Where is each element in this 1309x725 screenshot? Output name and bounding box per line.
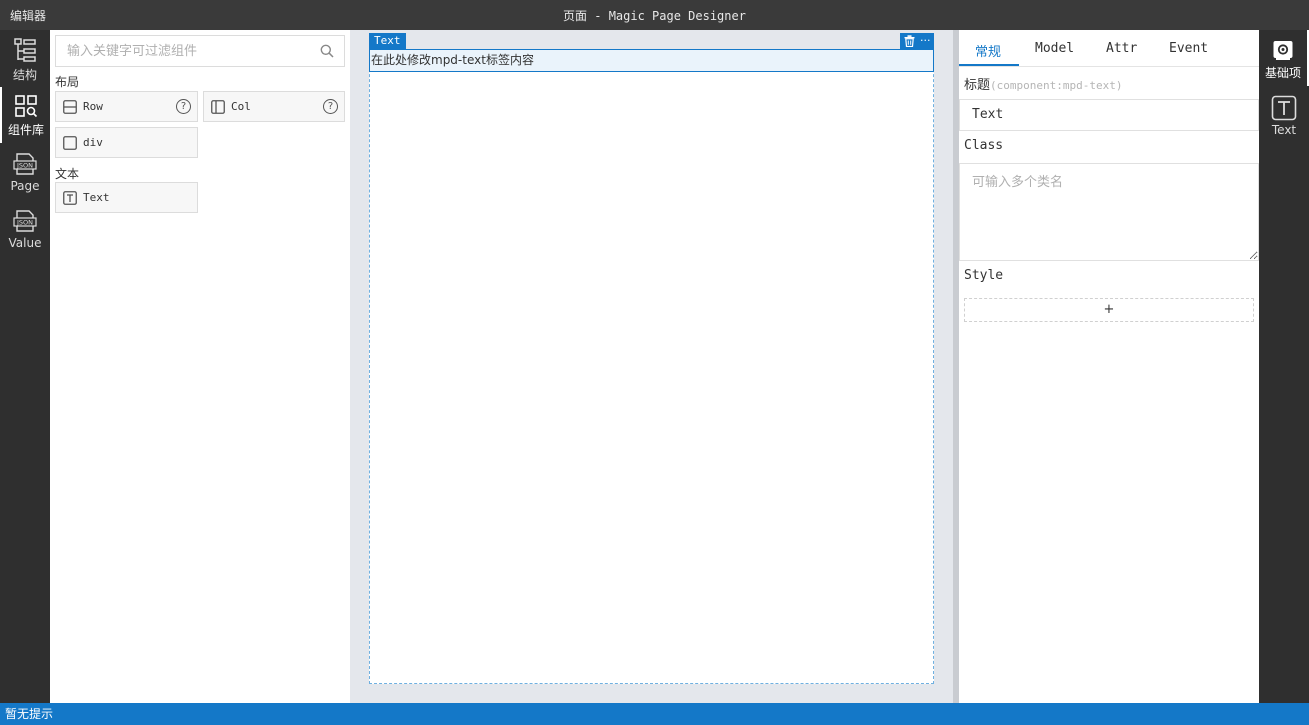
title-label: 标题 xyxy=(964,78,991,93)
component-div[interactable]: div xyxy=(55,127,198,158)
selection-toolbar: ··· xyxy=(900,33,934,49)
activity-value-json[interactable]: JSON Value xyxy=(0,202,50,258)
right-activity-bar: 基础项 Text xyxy=(1259,30,1309,703)
json-file-icon: JSON xyxy=(13,153,37,175)
title-bar: 编辑器 页面 - Magic Page Designer xyxy=(0,0,1309,30)
add-style-button[interactable]: + xyxy=(964,298,1254,322)
tab-model[interactable]: Model xyxy=(1035,41,1074,56)
text-t-icon xyxy=(63,191,77,205)
left-activity-bar: 结构 组件库 JSON Page JSON Value xyxy=(0,30,50,703)
component-text[interactable]: Text xyxy=(55,182,198,213)
component-library-panel: 布局 Row ? Col ? div 文本 Text xyxy=(50,30,350,703)
page-canvas[interactable] xyxy=(369,49,934,684)
title-input[interactable]: Text xyxy=(959,99,1259,131)
search-icon[interactable] xyxy=(320,44,334,58)
svg-text:JSON: JSON xyxy=(16,162,33,170)
group-title-layout: 布局 xyxy=(55,75,80,89)
title-field-label: 标题(component:mpd-text) xyxy=(964,74,1122,93)
activity-component-library[interactable]: 组件库 xyxy=(0,87,50,143)
activity-text-props[interactable]: Text xyxy=(1259,87,1309,143)
component-search-input[interactable] xyxy=(56,36,306,66)
activity-structure[interactable]: 结构 xyxy=(0,30,50,86)
activity-label: Text xyxy=(1271,123,1297,137)
component-col[interactable]: Col ? xyxy=(203,91,345,122)
design-canvas-area xyxy=(350,30,953,703)
selected-component-tag: Text xyxy=(369,33,406,49)
row-layout-icon xyxy=(63,100,77,114)
activity-label: Page xyxy=(10,179,40,193)
component-name: Row xyxy=(83,100,103,113)
window-title: 页面 - Magic Page Designer xyxy=(563,9,746,23)
component-search xyxy=(55,35,345,67)
activity-label: 组件库 xyxy=(7,123,44,137)
active-tab-indicator xyxy=(959,64,1019,66)
activity-label: 结构 xyxy=(12,68,37,82)
text-t-icon xyxy=(1271,95,1297,121)
activity-label: Value xyxy=(8,236,42,250)
class-label: Class xyxy=(964,138,1004,153)
component-hint: (component:mpd-text) xyxy=(990,79,1123,92)
style-label: Style xyxy=(964,268,1004,283)
square-icon xyxy=(63,136,77,150)
activity-page-json[interactable]: JSON Page xyxy=(0,145,50,201)
activity-label: 基础项 xyxy=(1264,66,1301,80)
help-icon[interactable]: ? xyxy=(323,99,338,114)
tab-general[interactable]: 常规 xyxy=(975,41,1001,60)
tab-event[interactable]: Event xyxy=(1169,41,1208,56)
properties-tabs: 常规 Model Attr Event xyxy=(959,30,1259,67)
help-icon[interactable]: ? xyxy=(176,99,191,114)
component-row[interactable]: Row ? xyxy=(55,91,198,122)
class-textarea[interactable] xyxy=(959,163,1259,261)
component-name: div xyxy=(83,136,103,149)
group-title-text: 文本 xyxy=(55,167,80,181)
component-name: Col xyxy=(231,100,251,113)
status-bar: 暂无提示 xyxy=(0,703,1309,725)
json-file-icon: JSON xyxy=(13,210,37,232)
selected-text-component[interactable]: 在此处修改mpd-text标签内容 xyxy=(369,49,934,72)
svg-text:JSON: JSON xyxy=(16,219,33,227)
settings-gear-icon xyxy=(1273,41,1293,60)
activity-basic-props[interactable]: 基础项 xyxy=(1259,30,1309,86)
component-name: Text xyxy=(83,191,110,204)
tab-attr[interactable]: Attr xyxy=(1106,41,1137,56)
tree-structure-icon xyxy=(14,38,36,62)
component-library-icon xyxy=(15,95,38,118)
column-layout-icon xyxy=(211,100,225,114)
properties-panel: 常规 Model Attr Event 标题(component:mpd-tex… xyxy=(959,30,1259,703)
more-options-icon[interactable]: ··· xyxy=(920,33,931,48)
